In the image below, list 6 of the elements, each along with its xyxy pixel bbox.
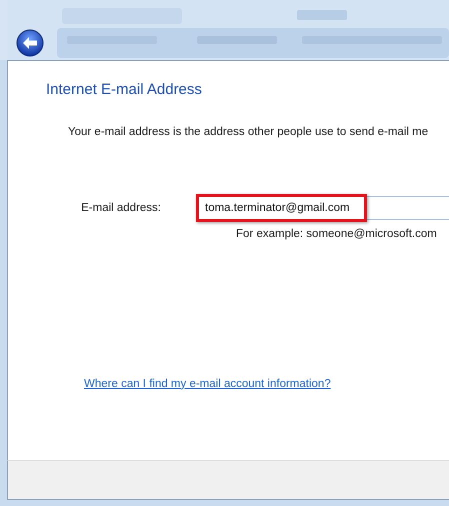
page-title: Internet E-mail Address xyxy=(46,81,203,99)
field-label: E-mail address: xyxy=(80,200,162,216)
help-link[interactable]: Where can I find my e-mail account information? xyxy=(84,376,331,393)
example-text: For example: someone@microsoft.com xyxy=(236,227,438,242)
back-button[interactable] xyxy=(16,29,44,57)
description-text: Your e-mail address is the address other people use to send e-mail me xyxy=(68,125,430,140)
